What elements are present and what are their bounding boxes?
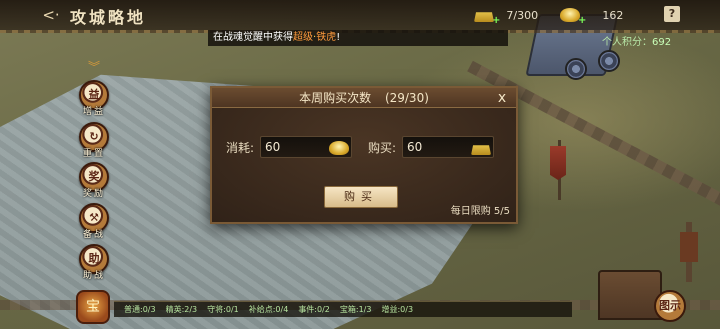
stat-buff: 增益:0/3 [381, 305, 414, 314]
cost-row: 消耗: 60 [226, 136, 353, 158]
gold-ingot-icon [329, 141, 350, 155]
reward-notification: 在战魂觉醒中获得超级·铁虎! [208, 30, 508, 46]
stat-event: 事件:0/2 [298, 305, 330, 314]
purchase-dialog: 本周购买次数 (29/30) x 消耗: 60 购买: 60 购买 每日限购 5… [210, 86, 518, 224]
page-title: 攻城略地 [70, 8, 147, 27]
menu-reward-button[interactable]: 奖 奖励 [78, 162, 110, 204]
notice-highlight: 超级 [293, 32, 313, 43]
menu-label: 助战 [82, 271, 105, 281]
purchase-count: (29/30) [384, 91, 429, 105]
notice-suffix: ! [336, 32, 341, 43]
treasure-chest-icon[interactable]: 宝 [76, 290, 110, 324]
buy-value: 60 [407, 140, 423, 154]
dialog-body: 消耗: 60 购买: 60 购买 每日限购 5/5 [212, 108, 516, 222]
dialog-title: 本周购买次数 [299, 91, 372, 105]
stat-supply: 补给点:0/4 [248, 305, 289, 314]
dialog-header: 本周购买次数 (29/30) x [212, 88, 516, 108]
map-legend-button[interactable]: 图示 [654, 290, 686, 322]
score-value: 692 [652, 37, 672, 48]
stat-normal: 普通:0/3 [124, 305, 156, 314]
menu-label: 重置 [82, 149, 105, 159]
stat-general: 守将:0/1 [207, 305, 239, 314]
stat-elite: 精英:2/3 [165, 305, 198, 314]
notice-highlight: 铁虎 [316, 32, 337, 43]
cost-field: 60 [260, 136, 353, 158]
menu-prepare-button[interactable]: ⚒ 备战 [78, 203, 110, 245]
buy-button[interactable]: 购买 [324, 186, 398, 208]
siege-wheel-icon [598, 50, 620, 72]
resource-gold-ingot[interactable]: + 162 [560, 6, 624, 26]
daily-limit: 每日限购 5/5 [450, 206, 510, 217]
back-button[interactable]: <· [40, 5, 62, 25]
camp-building[interactable] [598, 270, 662, 320]
gold-ingot-icon [560, 8, 580, 22]
gold-bars-icon [474, 12, 494, 22]
cost-label: 消耗: [226, 140, 255, 155]
post-flag-icon [680, 232, 698, 262]
menu-buff-button[interactable]: 益 增益 [78, 80, 110, 122]
buy-row: 购买: 60 [368, 136, 495, 158]
menu-assist-button[interactable]: 助 助战 [78, 244, 110, 286]
notice-prefix: 在战魂觉醒中获得 [213, 32, 293, 43]
stat-chest: 宝箱:1/3 [339, 305, 372, 314]
resource-value: 7/300 [506, 8, 539, 22]
menu-label: 奖励 [82, 189, 105, 199]
gold-bars-icon [471, 145, 492, 155]
plus-icon[interactable]: + [578, 15, 586, 26]
buy-label: 购买: [368, 140, 397, 155]
progress-stats-bar: 普通:0/3 精英:2/3 守将:0/1 补给点:0/4 事件:0/2 宝箱:1… [114, 301, 572, 317]
buy-amount-field[interactable]: 60 [402, 136, 495, 158]
banner-flag-icon [550, 146, 566, 180]
menu-reset-button[interactable]: ↻ 重置 [78, 122, 110, 164]
score-label: 个人积分： [602, 37, 652, 48]
personal-score: 个人积分：692 [602, 33, 671, 48]
help-button[interactable]: ? [664, 6, 680, 22]
menu-label: 增益 [82, 107, 105, 117]
cost-value: 60 [265, 140, 281, 154]
chevron-down-icon[interactable]: ︾ [84, 58, 104, 74]
menu-label: 备战 [82, 230, 105, 240]
close-button[interactable]: x [494, 88, 510, 108]
resource-gold-bars[interactable]: + 7/300 [474, 6, 539, 26]
resource-value: 162 [602, 8, 624, 22]
siege-wheel-icon [565, 58, 587, 80]
